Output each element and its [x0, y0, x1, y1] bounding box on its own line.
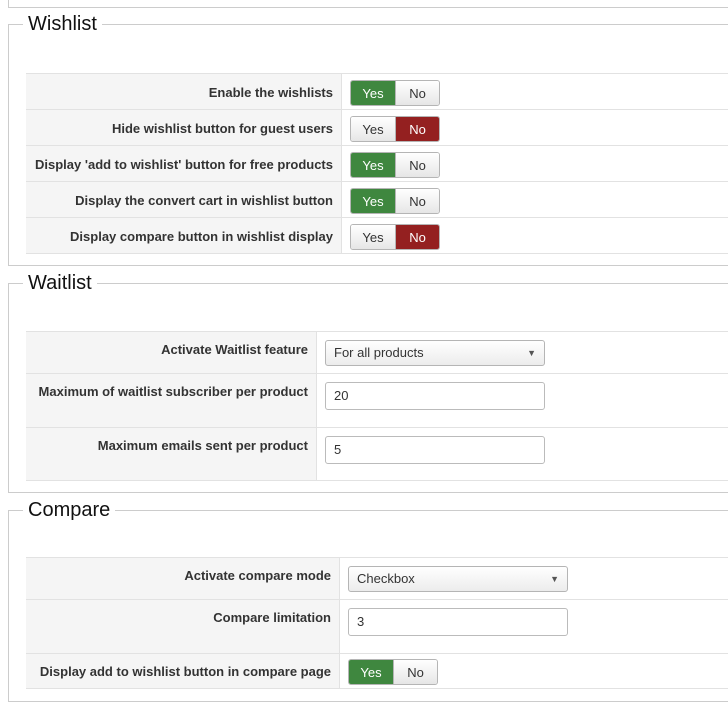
waitlist-row-activate: Activate Waitlist feature For all produc…	[26, 331, 728, 374]
previous-panel-border	[8, 0, 728, 8]
free-products-label: Display 'add to wishlist' button for fre…	[35, 157, 333, 172]
compare-row-limitation: Compare limitation 3	[26, 599, 728, 654]
max-subscriber-label: Maximum of waitlist subscriber per produ…	[38, 384, 308, 399]
compare-button-yes-button[interactable]: Yes	[351, 225, 395, 249]
wishlist-row-hide-guest: Hide wishlist button for guest users Yes…	[26, 109, 728, 146]
convert-cart-label: Display the convert cart in wishlist but…	[75, 193, 333, 208]
activate-waitlist-label: Activate Waitlist feature	[161, 342, 308, 357]
enable-wishlists-no-button[interactable]: No	[395, 81, 439, 105]
compare-limitation-input[interactable]: 3	[348, 608, 568, 636]
compare-wishlist-no-button[interactable]: No	[393, 660, 437, 684]
wishlist-row-convert-cart: Display the convert cart in wishlist but…	[26, 181, 728, 218]
compare-mode-value: Checkbox	[357, 571, 415, 586]
waitlist-row-max-subscriber: Maximum of waitlist subscriber per produ…	[26, 373, 728, 428]
free-products-no-button[interactable]: No	[395, 153, 439, 177]
max-subscriber-input[interactable]: 20	[325, 382, 545, 410]
wishlist-row-enable: Enable the wishlists Yes No	[26, 73, 728, 110]
compare-mode-select[interactable]: Checkbox ▼	[348, 566, 568, 592]
convert-cart-no-button[interactable]: No	[395, 189, 439, 213]
compare-button-label: Display compare button in wishlist displ…	[70, 229, 333, 244]
chevron-down-icon: ▼	[550, 574, 559, 584]
convert-cart-toggle: Yes No	[350, 188, 440, 214]
compare-rows: Activate compare mode Checkbox ▼ Compare…	[26, 557, 728, 689]
compare-button-no-button[interactable]: No	[395, 225, 439, 249]
compare-limitation-label: Compare limitation	[213, 610, 331, 625]
convert-cart-yes-button[interactable]: Yes	[351, 189, 395, 213]
activate-waitlist-value: For all products	[334, 345, 424, 360]
max-emails-input[interactable]: 5	[325, 436, 545, 464]
compare-row-mode: Activate compare mode Checkbox ▼	[26, 557, 728, 600]
hide-guest-yes-button[interactable]: Yes	[351, 117, 395, 141]
enable-wishlists-toggle: Yes No	[350, 80, 440, 106]
compare-title: Compare	[28, 499, 111, 521]
compare-wishlist-button-label: Display add to wishlist button in compar…	[39, 664, 331, 679]
hide-guest-no-button[interactable]: No	[395, 117, 439, 141]
free-products-yes-button[interactable]: Yes	[351, 153, 395, 177]
chevron-down-icon: ▼	[527, 348, 536, 358]
compare-wishlist-yes-button[interactable]: Yes	[349, 660, 393, 684]
wishlist-title: Wishlist	[28, 13, 97, 35]
compare-panel: Compare Activate compare mode Checkbox ▼…	[8, 498, 728, 702]
compare-wishlist-button-toggle: Yes No	[348, 659, 438, 685]
activate-waitlist-select[interactable]: For all products ▼	[325, 340, 545, 366]
waitlist-title: Waitlist	[28, 272, 92, 294]
waitlist-rows: Activate Waitlist feature For all produc…	[26, 331, 728, 481]
free-products-toggle: Yes No	[350, 152, 440, 178]
wishlist-row-free-products: Display 'add to wishlist' button for fre…	[26, 145, 728, 182]
compare-mode-label: Activate compare mode	[184, 568, 331, 583]
waitlist-row-max-emails: Maximum emails sent per product 5	[26, 427, 728, 481]
wishlist-rows: Enable the wishlists Yes No Hide wishlis…	[26, 73, 728, 255]
hide-guest-toggle: Yes No	[350, 116, 440, 142]
enable-wishlists-label: Enable the wishlists	[208, 85, 333, 100]
enable-wishlists-yes-button[interactable]: Yes	[351, 81, 395, 105]
compare-button-toggle: Yes No	[350, 224, 440, 250]
wishlist-panel: Wishlist Enable the wishlists Yes No Hid…	[8, 12, 728, 266]
compare-row-wishlist-button: Display add to wishlist button in compar…	[26, 653, 728, 689]
hide-guest-label: Hide wishlist button for guest users	[111, 121, 333, 136]
waitlist-panel: Waitlist Activate Waitlist feature For a…	[8, 271, 728, 493]
wishlist-row-compare-button: Display compare button in wishlist displ…	[26, 217, 728, 254]
max-emails-label: Maximum emails sent per product	[97, 438, 308, 453]
